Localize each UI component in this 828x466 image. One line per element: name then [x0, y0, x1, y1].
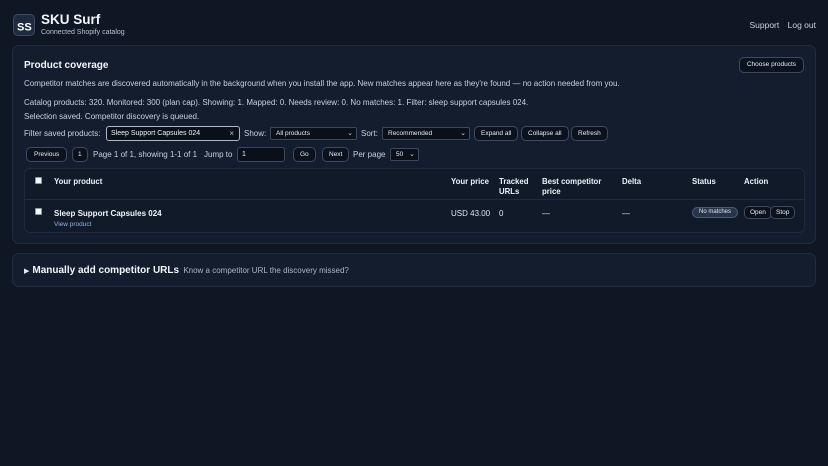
manual-add-card: ▶ Manually add competitor URLs Know a com…	[12, 253, 816, 287]
go-button[interactable]: Go	[293, 147, 316, 162]
clear-filter-icon[interactable]: ×	[229, 127, 234, 140]
filter-input-value: Sleep Support Capsules 024	[111, 130, 201, 137]
choose-products-button[interactable]: Choose products	[738, 57, 804, 73]
manual-add-hint: Know a competitor URL the discovery miss…	[183, 266, 349, 275]
refresh-button[interactable]: Refresh	[571, 126, 608, 141]
selection-status-text: Selection saved. Competitor discovery is…	[24, 112, 200, 121]
collapse-all-button[interactable]: Collapse all	[521, 126, 569, 141]
header-your-price: Your price	[451, 177, 489, 186]
per-page-label: Per page	[353, 150, 386, 159]
filter-label: Filter saved products:	[24, 129, 101, 138]
header-tracked-line1: Tracked	[499, 177, 529, 186]
row-price: USD 43.00	[451, 209, 491, 218]
chevron-down-icon: ⌄	[460, 130, 466, 137]
logo-text: SS	[17, 22, 32, 34]
header-your-product: Your product	[54, 177, 103, 186]
row-product-name: Sleep Support Capsules 024	[54, 209, 162, 218]
product-table: Your product Your price Tracked URLs Bes…	[24, 168, 805, 233]
header-tracked-urls: Tracked URLs	[499, 177, 528, 197]
app-logo-icon: SS	[13, 14, 35, 36]
pagination-summary: Page 1 of 1, showing 1-1 of 1	[93, 150, 198, 159]
catalog-stats-text: Catalog products: 320. Monitored: 300 (p…	[24, 98, 529, 107]
open-button[interactable]: Open	[744, 206, 772, 219]
sort-select[interactable]: Recommended ⌄	[382, 127, 470, 140]
row-best-price: —	[542, 209, 550, 218]
header-best-line2: price	[542, 187, 561, 196]
status-badge: No matches	[692, 207, 739, 218]
stop-button[interactable]: Stop	[770, 206, 796, 219]
per-page-select[interactable]: 50 ⌄	[390, 148, 419, 161]
filter-input[interactable]: Sleep Support Capsules 024 ×	[106, 126, 240, 141]
header-delta: Delta	[622, 177, 642, 186]
expand-triangle-icon: ▶	[24, 268, 30, 275]
select-all-checkbox[interactable]	[35, 177, 42, 184]
app-title: SKU Surf	[41, 12, 101, 27]
row-tracked-urls: 0	[499, 209, 504, 218]
sort-select-value: Recommended	[388, 130, 433, 137]
expand-all-button[interactable]: Expand all	[474, 126, 519, 141]
header-tracked-line2: URLs	[499, 187, 520, 196]
sort-label: Sort:	[361, 129, 378, 138]
support-link[interactable]: Support	[749, 20, 779, 30]
next-page-button[interactable]: Next	[322, 147, 350, 162]
show-select[interactable]: All products ⌄	[270, 127, 357, 140]
view-product-link[interactable]: View product	[54, 221, 91, 228]
discovery-info-text: Competitor matches are discovered automa…	[24, 79, 620, 88]
chevron-down-icon: ⌄	[347, 130, 353, 137]
header-divider	[25, 199, 804, 200]
header-status: Status	[692, 177, 716, 186]
show-label: Show:	[244, 129, 267, 138]
app-header: SS SKU Surf Connected Shopify catalog Su…	[13, 12, 816, 40]
show-select-value: All products	[276, 130, 310, 137]
current-page-button[interactable]: 1	[72, 147, 88, 162]
header-links: Support Log out	[743, 20, 816, 30]
header-action: Action	[744, 177, 769, 186]
jump-to-input[interactable]: 1	[237, 147, 285, 162]
row-delta: —	[622, 209, 630, 218]
chevron-down-icon: ⌄	[409, 151, 415, 158]
app-subtitle: Connected Shopify catalog	[41, 29, 125, 36]
manual-add-toggle[interactable]: ▶ Manually add competitor URLs Know a com…	[24, 265, 349, 276]
header-best-line1: Best competitor	[542, 177, 602, 186]
manual-add-title: Manually add competitor URLs	[32, 265, 180, 276]
coverage-title: Product coverage	[24, 60, 109, 71]
row-checkbox[interactable]	[35, 208, 42, 215]
jump-to-value: 1	[242, 151, 246, 158]
per-page-value: 50	[396, 151, 404, 158]
previous-page-button[interactable]: Previous	[26, 147, 68, 162]
logout-link[interactable]: Log out	[788, 20, 816, 30]
product-coverage-card: Product coverage Choose products Competi…	[12, 45, 816, 244]
header-best-competitor-price: Best competitor price	[542, 177, 601, 197]
jump-to-label: Jump to	[204, 150, 233, 159]
